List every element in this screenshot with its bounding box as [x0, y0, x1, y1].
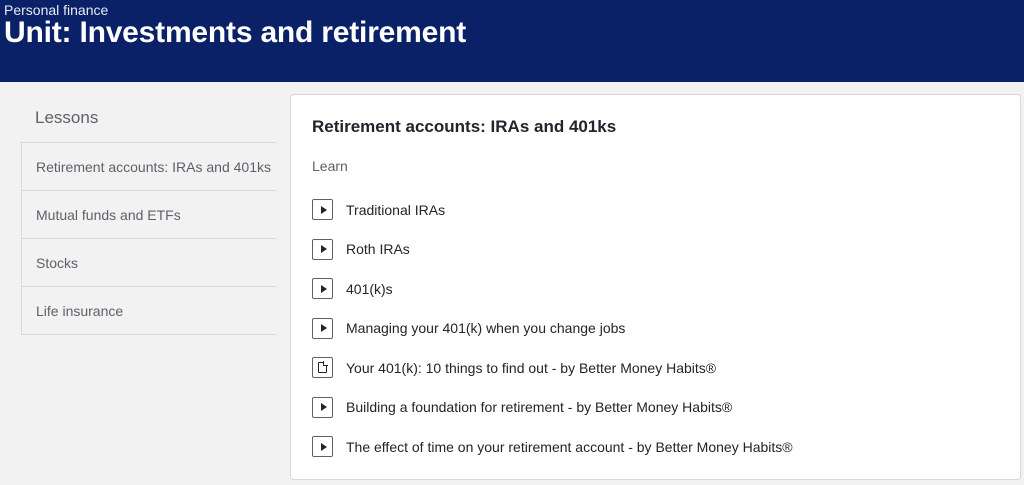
- video-icon: [312, 317, 333, 339]
- content-list: Traditional IRAs Roth IRAs 401(k)s Manag…: [312, 190, 1002, 467]
- content-item-label[interactable]: The effect of time on your retirement ac…: [346, 439, 793, 455]
- video-icon: [312, 238, 333, 260]
- article-icon: [312, 357, 333, 379]
- video-icon: [312, 436, 333, 458]
- sidebar-item-label: Life insurance: [36, 302, 124, 319]
- sidebar-item-mutual-funds[interactable]: Mutual funds and ETFs: [21, 191, 276, 239]
- content-item[interactable]: Your 401(k): 10 things to find out - by …: [312, 348, 1002, 388]
- content-item-label[interactable]: Building a foundation for retirement - b…: [346, 399, 732, 415]
- content-item-label[interactable]: 401(k)s: [346, 281, 393, 297]
- sidebar-heading: Lessons: [21, 93, 276, 143]
- lesson-panel: Retirement accounts: IRAs and 401ks Lear…: [290, 94, 1021, 480]
- content-item[interactable]: Roth IRAs: [312, 230, 1002, 270]
- content-item[interactable]: The effect of time on your retirement ac…: [312, 427, 1002, 467]
- content-item-label[interactable]: Roth IRAs: [346, 241, 410, 257]
- video-icon: [312, 396, 333, 418]
- video-icon: [312, 278, 333, 300]
- content-item[interactable]: Traditional IRAs: [312, 190, 1002, 230]
- sidebar-item-retirement-accounts[interactable]: Retirement accounts: IRAs and 401ks: [21, 143, 276, 191]
- sidebar-item-stocks[interactable]: Stocks: [21, 239, 276, 287]
- content-item-label[interactable]: Your 401(k): 10 things to find out - by …: [346, 360, 716, 376]
- unit-header: Personal finance Unit: Investments and r…: [0, 0, 1024, 82]
- sidebar-item-label: Stocks: [36, 254, 79, 271]
- content-item[interactable]: 401(k)s: [312, 269, 1002, 309]
- content-item[interactable]: Building a foundation for retirement - b…: [312, 388, 1002, 428]
- lesson-title: Retirement accounts: IRAs and 401ks: [312, 117, 617, 136]
- content-item-label[interactable]: Managing your 401(k) when you change job…: [346, 320, 625, 336]
- sidebar-item-life-insurance[interactable]: Life insurance: [21, 287, 276, 335]
- lessons-sidebar: Lessons Retirement accounts: IRAs and 40…: [21, 93, 276, 335]
- content-item[interactable]: Managing your 401(k) when you change job…: [312, 309, 1002, 349]
- content-item-label[interactable]: Traditional IRAs: [346, 202, 445, 218]
- section-label: Learn: [312, 158, 348, 174]
- video-icon: [312, 199, 333, 221]
- page-title: Unit: Investments and retirement: [4, 16, 467, 49]
- sidebar-item-label: Retirement accounts: IRAs and 401ks: [36, 158, 272, 175]
- sidebar-item-label: Mutual funds and ETFs: [36, 206, 181, 223]
